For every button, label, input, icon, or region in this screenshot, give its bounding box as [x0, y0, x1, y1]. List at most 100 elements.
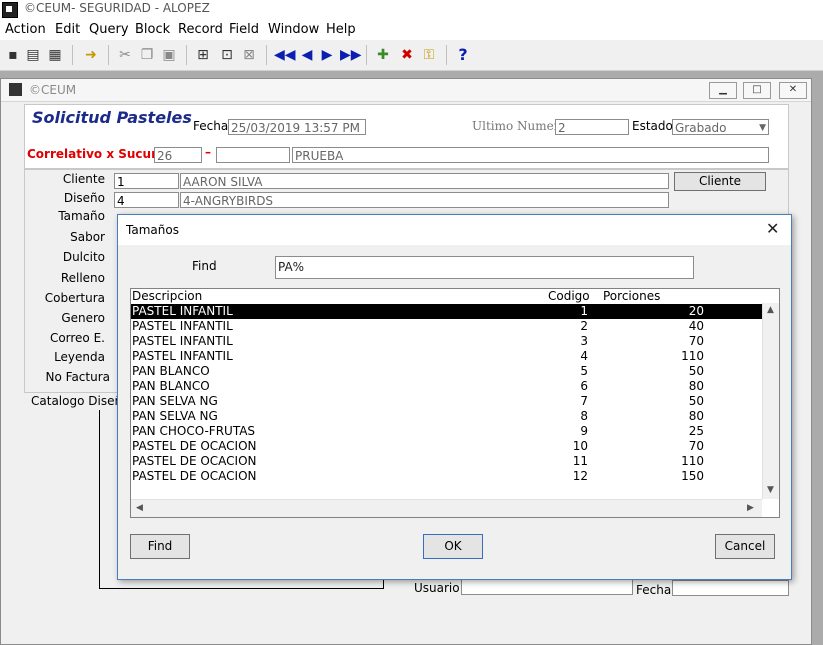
minimize-button[interactable]: ▁ — [709, 82, 737, 99]
table-row[interactable]: PASTEL DE OCACION 10 70 — [131, 439, 762, 454]
table-row[interactable]: PASTEL DE OCACION 11 110 — [131, 454, 762, 469]
query-execute-icon[interactable]: ⊡ — [218, 46, 236, 64]
correo-label: Correo E. — [49, 331, 105, 345]
estado-select[interactable]: Grabado ▼ — [672, 119, 769, 135]
ultimo-numero-label: Ultimo Numero — [472, 119, 567, 133]
last-record-icon[interactable]: ▶▶ — [340, 46, 362, 64]
previous-record-icon[interactable]: ◀ — [298, 46, 316, 64]
print-icon[interactable]: ▤ — [24, 46, 42, 64]
menu-window[interactable]: Window — [268, 22, 319, 37]
cell-descripcion: PASTEL INFANTIL — [132, 319, 233, 333]
find-input[interactable]: PA% — [275, 256, 694, 279]
column-header-codigo[interactable]: Codigo — [548, 289, 590, 303]
cell-descripcion: PASTEL INFANTIL — [132, 334, 233, 348]
cell-descripcion: PAN BLANCO — [132, 379, 210, 393]
scroll-right-icon[interactable]: ▶ — [747, 503, 754, 513]
cell-porciones: 70 — [688, 439, 704, 453]
table-row[interactable]: PAN SELVA NG 8 80 — [131, 409, 762, 424]
fecha-footer-field[interactable] — [672, 580, 789, 596]
menu-block[interactable]: Block — [135, 22, 170, 37]
column-header-porciones[interactable]: Porciones — [603, 289, 660, 303]
menu-edit[interactable]: Edit — [55, 22, 80, 37]
cell-codigo: 9 — [580, 424, 588, 438]
table-row[interactable]: PASTEL INFANTIL 4 110 — [131, 349, 762, 364]
toolbar: ▪ ▤ ▦ ➜ ✂ ❐ ▣ ⊞ ⊡ ⊠ ◀◀ ◀ ▶ ▶▶ ✚ ✖ ⚿ ? — [0, 40, 823, 71]
dialog-title: Tamaños — [126, 223, 179, 237]
exit-icon[interactable]: ➜ — [82, 46, 100, 64]
cut-icon[interactable]: ✂ — [116, 46, 134, 64]
first-record-icon[interactable]: ◀◀ — [274, 46, 296, 64]
diseno-name-field[interactable]: 4-ANGRYBIRDS — [180, 192, 669, 208]
scroll-up-icon[interactable]: ▲ — [767, 305, 774, 315]
sabor-label: Sabor — [70, 230, 105, 244]
cell-porciones: 80 — [688, 379, 704, 393]
table-row[interactable]: PAN BLANCO 5 50 — [131, 364, 762, 379]
correlativo-extra-field[interactable] — [216, 147, 290, 163]
cliente-name-field[interactable]: AARON SILVA — [180, 173, 669, 189]
cell-descripcion: PAN BLANCO — [132, 364, 210, 378]
chevron-down-icon: ▼ — [759, 123, 766, 133]
cell-descripcion: PAN SELVA NG — [132, 394, 218, 408]
toolbar-separator — [72, 45, 73, 65]
table-row[interactable]: PAN SELVA NG 7 50 — [131, 394, 762, 409]
cancel-button[interactable]: Cancel — [715, 534, 775, 559]
close-icon[interactable]: ✕ — [766, 219, 779, 238]
menu-action[interactable]: Action — [5, 22, 46, 37]
form-heading: Solicitud Pasteles — [32, 108, 192, 127]
toolbar-separator — [446, 45, 447, 65]
estado-label: Estado — [632, 119, 673, 133]
vertical-scrollbar[interactable]: ▲ ▼ — [762, 303, 779, 499]
copy-icon[interactable]: ❐ — [138, 46, 156, 64]
fecha-field[interactable]: 25/03/2019 13:57 PM — [228, 119, 366, 135]
find-label: Find — [192, 259, 217, 273]
cell-codigo: 7 — [580, 394, 588, 408]
table-row[interactable]: PAN CHOCO-FRUTAS 9 25 — [131, 424, 762, 439]
cell-codigo: 6 — [580, 379, 588, 393]
menu-query[interactable]: Query — [89, 22, 129, 37]
find-button[interactable]: Find — [130, 534, 190, 559]
catalogo-diseno-label: Catalogo Diseño — [31, 394, 130, 408]
cliente-button[interactable]: Cliente — [674, 172, 766, 191]
lock-record-icon[interactable]: ⚿ — [420, 46, 438, 64]
ultimo-numero-field[interactable]: 2 — [555, 119, 629, 135]
table-row[interactable]: PASTEL INFANTIL 2 40 — [131, 319, 762, 334]
scroll-left-icon[interactable]: ◀ — [136, 503, 143, 513]
menu-field[interactable]: Field — [229, 22, 259, 37]
cell-porciones: 40 — [688, 319, 704, 333]
toolbar-separator — [366, 45, 367, 65]
query-enter-icon[interactable]: ⊞ — [194, 46, 212, 64]
save-icon[interactable]: ▪ — [4, 46, 22, 64]
column-header-descripcion[interactable]: Descripcion — [132, 289, 202, 303]
table-row[interactable]: PASTEL INFANTIL 3 70 — [131, 334, 762, 349]
cell-porciones: 110 — [681, 349, 704, 363]
query-cancel-icon[interactable]: ⊠ — [240, 46, 258, 64]
correlativo-field[interactable]: 26 — [154, 147, 202, 163]
table-row[interactable]: PASTEL INFANTIL 1 20 — [131, 304, 762, 319]
maximize-button[interactable]: □ — [743, 82, 771, 99]
horizontal-scrollbar[interactable]: ◀ ▶ — [131, 499, 762, 517]
cliente-code-field[interactable]: 1 — [114, 173, 179, 189]
relleno-label: Relleno — [60, 271, 105, 285]
table-row[interactable]: PAN BLANCO 6 80 — [131, 379, 762, 394]
cell-porciones: 80 — [688, 409, 704, 423]
menu-record[interactable]: Record — [178, 22, 223, 37]
close-window-button[interactable]: ✕ — [779, 82, 807, 99]
delete-record-icon[interactable]: ✖ — [398, 46, 416, 64]
ok-button[interactable]: OK — [423, 534, 483, 559]
cell-codigo: 1 — [580, 304, 588, 318]
table-row[interactable]: PASTEL DE OCACION 12 150 — [131, 469, 762, 484]
cell-porciones: 110 — [681, 454, 704, 468]
genero-label: Genero — [61, 311, 105, 325]
leyenda-label: Leyenda — [54, 350, 105, 364]
paste-icon[interactable]: ▣ — [160, 46, 178, 64]
help-icon[interactable]: ? — [454, 46, 472, 64]
scroll-down-icon[interactable]: ▼ — [767, 485, 774, 495]
print-preview-icon[interactable]: ▦ — [46, 46, 64, 64]
next-record-icon[interactable]: ▶ — [318, 46, 336, 64]
insert-record-icon[interactable]: ✚ — [374, 46, 392, 64]
usuario-field[interactable] — [461, 579, 633, 595]
cell-descripcion: PASTEL DE OCACION — [132, 469, 257, 483]
menu-help[interactable]: Help — [326, 22, 356, 37]
correlativo-name-field[interactable]: PRUEBA — [292, 147, 769, 163]
diseno-code-field[interactable]: 4 — [114, 192, 179, 208]
